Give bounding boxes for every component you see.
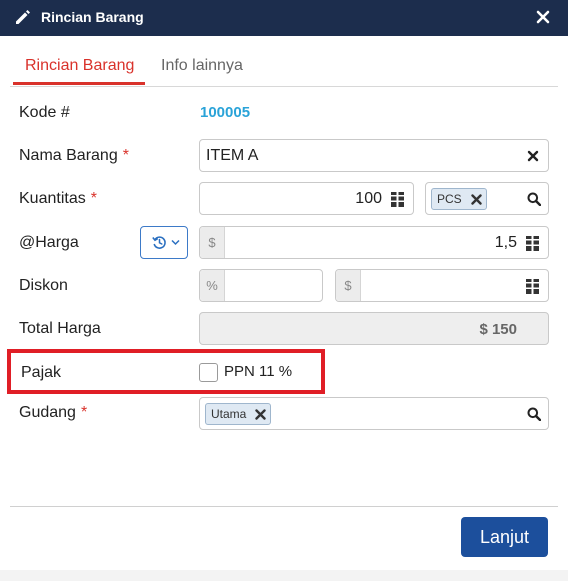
total-harga-value: $ 150: [479, 321, 517, 338]
harga-label: @Harga: [19, 234, 79, 251]
total-harga-field: $ 150: [199, 312, 549, 345]
history-icon: [152, 236, 166, 249]
kuantitas-label: Kuantitas *: [19, 190, 97, 208]
lanjut-button[interactable]: Lanjut: [461, 517, 548, 557]
nama-barang-label: Nama Barang *: [19, 147, 129, 165]
ppn-checkbox[interactable]: [199, 363, 218, 382]
price-history-button[interactable]: [140, 226, 188, 259]
harga-value: 1,5: [494, 234, 517, 251]
total-harga-label: Total Harga: [19, 320, 101, 337]
calculator-icon[interactable]: [391, 192, 404, 207]
calculator-icon[interactable]: [526, 279, 539, 294]
unit-tag-label: PCS: [437, 192, 462, 206]
dialog-titlebar: Rincian Barang: [0, 0, 568, 36]
kuantitas-value: 100: [355, 190, 382, 207]
nama-barang-label-text: Nama Barang: [19, 147, 118, 164]
tab-info-lainnya[interactable]: Info lainnya: [161, 57, 243, 75]
harga-input[interactable]: $ 1,5: [199, 226, 549, 259]
percent-addon: %: [200, 270, 225, 301]
chevron-down-icon: [171, 239, 180, 246]
search-icon[interactable]: [527, 407, 541, 421]
kode-value: 100005: [200, 104, 251, 121]
gudang-tag: Utama: [205, 403, 272, 425]
remove-tag-icon[interactable]: [255, 408, 267, 420]
kuantitas-label-text: Kuantitas: [19, 190, 86, 207]
unit-tag: PCS: [431, 188, 487, 210]
gudang-select[interactable]: Utama: [199, 397, 549, 430]
diskon-amount-input[interactable]: $: [335, 269, 549, 302]
calculator-icon[interactable]: [526, 236, 539, 251]
tab-bar: Rincian Barang Info lainnya: [10, 48, 558, 87]
diskon-label: Diskon: [19, 277, 68, 294]
nama-barang-value: ITEM A: [206, 147, 259, 164]
required-marker: *: [122, 147, 129, 164]
pencil-icon: [16, 10, 30, 24]
close-icon[interactable]: [536, 8, 550, 26]
required-marker: *: [80, 404, 88, 421]
dialog: Rincian Barang Rincian Barang Info lainn…: [0, 0, 568, 581]
currency-addon: $: [336, 270, 361, 301]
clear-icon[interactable]: [527, 150, 539, 162]
pajak-label: Pajak: [21, 364, 62, 381]
currency-addon: $: [200, 227, 225, 258]
ppn-checkbox-label[interactable]: PPN 11 %: [224, 363, 292, 380]
required-marker: *: [90, 190, 97, 207]
diskon-percent-input[interactable]: %: [199, 269, 323, 302]
unit-select[interactable]: PCS: [425, 182, 549, 215]
search-icon[interactable]: [527, 192, 541, 206]
gudang-label: Gudang *: [19, 404, 87, 422]
tab-rincian-barang[interactable]: Rincian Barang: [25, 57, 134, 75]
footer-divider: [10, 506, 558, 507]
active-tab-indicator: [13, 82, 145, 85]
gudang-label-text: Gudang: [19, 404, 76, 421]
gudang-tag-label: Utama: [211, 407, 247, 421]
nama-barang-input[interactable]: ITEM A: [199, 139, 549, 172]
kode-label: Kode #: [19, 104, 70, 121]
dialog-title: Rincian Barang: [41, 9, 144, 25]
kuantitas-input[interactable]: 100: [199, 182, 414, 215]
bottom-strip: [0, 570, 568, 581]
remove-tag-icon[interactable]: [470, 193, 482, 205]
